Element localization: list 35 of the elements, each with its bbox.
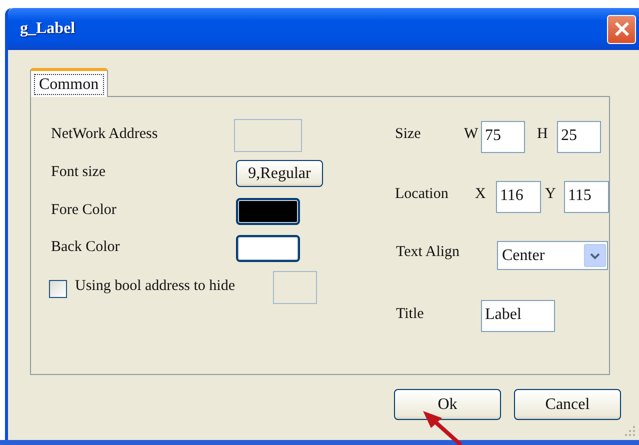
field-label: Fore Color bbox=[51, 201, 118, 220]
title-field[interactable]: Label bbox=[481, 300, 555, 332]
close-icon bbox=[614, 21, 630, 37]
field-label: H bbox=[537, 125, 549, 144]
number-field[interactable]: 75 bbox=[481, 121, 525, 153]
field-label: X bbox=[475, 185, 487, 204]
font-button[interactable]: 9,Regular bbox=[236, 160, 323, 187]
checkbox[interactable] bbox=[49, 280, 67, 298]
chevron-down-icon bbox=[590, 252, 600, 260]
field-label: Y bbox=[545, 185, 557, 204]
address-field[interactable] bbox=[234, 119, 302, 152]
field-label: Location bbox=[395, 185, 450, 204]
resize-grip-icon[interactable] bbox=[624, 425, 636, 437]
close-button[interactable] bbox=[607, 14, 636, 44]
field-label: Size bbox=[395, 125, 422, 144]
field-label: Back Color bbox=[51, 238, 121, 257]
number-field[interactable]: 116 bbox=[496, 181, 541, 213]
number-field[interactable]: 115 bbox=[564, 181, 609, 213]
field-label: W bbox=[464, 125, 480, 144]
field-label: Title bbox=[396, 305, 425, 324]
dialog-button[interactable]: Cancel bbox=[514, 389, 621, 420]
field-label: Using bool address to hide bbox=[75, 277, 236, 296]
dropdown-button[interactable] bbox=[584, 244, 606, 267]
bool-address-field[interactable] bbox=[273, 271, 317, 304]
fore-color-button[interactable] bbox=[236, 198, 300, 225]
field-label: Text Align bbox=[396, 243, 461, 262]
pointer-arrow bbox=[423, 411, 462, 445]
window-title: g_Label bbox=[20, 19, 76, 39]
back-color-button[interactable] bbox=[236, 235, 300, 262]
align-dropdown[interactable]: Center bbox=[497, 241, 608, 270]
dialog-button[interactable]: Ok bbox=[394, 389, 501, 420]
field-label: Font size bbox=[51, 163, 107, 182]
tab[interactable]: Common bbox=[34, 74, 104, 95]
number-field[interactable]: 25 bbox=[557, 121, 601, 153]
field-label: NetWork Address bbox=[51, 125, 159, 144]
